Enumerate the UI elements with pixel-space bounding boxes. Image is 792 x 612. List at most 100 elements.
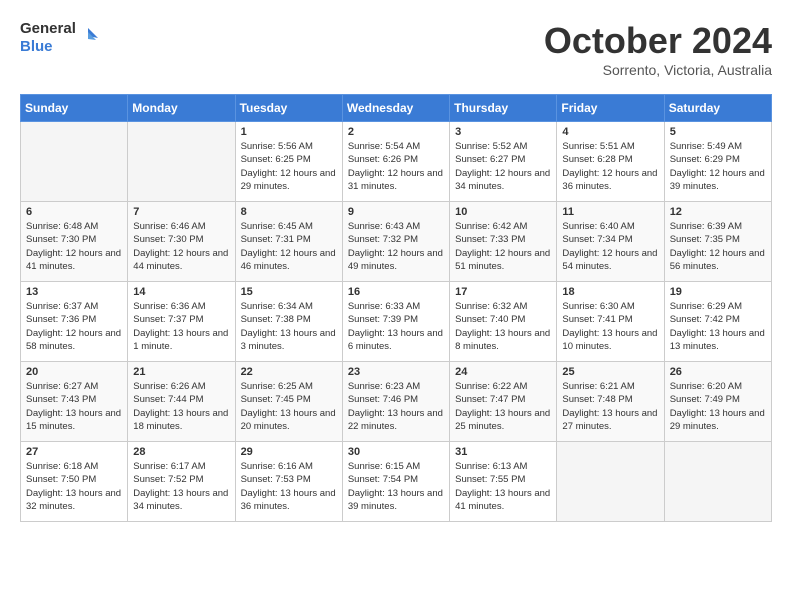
day-info: Sunrise: 6:42 AMSunset: 7:33 PMDaylight:… (455, 220, 551, 273)
day-info: Sunrise: 6:48 AMSunset: 7:30 PMDaylight:… (26, 220, 122, 273)
day-number: 9 (348, 206, 444, 218)
calendar-cell: 3 Sunrise: 5:52 AMSunset: 6:27 PMDaylight… (450, 122, 557, 202)
day-number: 28 (133, 446, 229, 458)
day-number: 13 (26, 286, 122, 298)
day-info: Sunrise: 5:56 AMSunset: 6:25 PMDaylight:… (241, 140, 337, 193)
day-number: 27 (26, 446, 122, 458)
day-number: 23 (348, 366, 444, 378)
weekday-header: Saturday (664, 95, 771, 122)
weekday-header: Friday (557, 95, 664, 122)
location-subtitle: Sorrento, Victoria, Australia (544, 62, 772, 78)
logo-bird-icon (78, 28, 98, 48)
calendar-cell: 12Sunrise: 6:39 AMSunset: 7:35 PMDayligh… (664, 202, 771, 282)
calendar-cell: 5Sunrise: 5:49 AMSunset: 6:29 PMDaylight… (664, 122, 771, 202)
day-number: 2 (348, 126, 444, 138)
day-info: Sunrise: 6:21 AMSunset: 7:48 PMDaylight:… (562, 380, 658, 433)
day-number: 31 (455, 446, 551, 458)
day-number: 15 (241, 286, 337, 298)
day-info: Sunrise: 5:52 AMSunset: 6:27 PMDaylight:… (455, 140, 551, 193)
calendar-cell: 21Sunrise: 6:26 AMSunset: 7:44 PMDayligh… (128, 362, 235, 442)
day-info: Sunrise: 6:34 AMSunset: 7:38 PMDaylight:… (241, 300, 337, 353)
calendar-week-row: 13Sunrise: 6:37 AMSunset: 7:36 PMDayligh… (21, 282, 772, 362)
day-info: Sunrise: 6:16 AMSunset: 7:53 PMDaylight:… (241, 460, 337, 513)
day-info: Sunrise: 6:17 AMSunset: 7:52 PMDaylight:… (133, 460, 229, 513)
day-info: Sunrise: 5:51 AMSunset: 6:28 PMDaylight:… (562, 140, 658, 193)
calendar-cell: 28 Sunrise: 6:17 AMSunset: 7:52 PMDayligh… (128, 442, 235, 522)
weekday-header-row: SundayMondayTuesdayWednesdayThursdayFrid… (21, 95, 772, 122)
day-info: Sunrise: 6:33 AMSunset: 7:39 PMDaylight:… (348, 300, 444, 353)
calendar-cell: 4 Sunrise: 5:51 AMSunset: 6:28 PMDaylight… (557, 122, 664, 202)
calendar-cell: 29Sunrise: 6:16 AMSunset: 7:53 PMDayligh… (235, 442, 342, 522)
day-info: Sunrise: 6:26 AMSunset: 7:44 PMDaylight:… (133, 380, 229, 433)
calendar-cell: 7 Sunrise: 6:46 AMSunset: 7:30 PMDaylight… (128, 202, 235, 282)
calendar-cell: 10 Sunrise: 6:42 AMSunset: 7:33 PMDayligh… (450, 202, 557, 282)
day-number: 6 (26, 206, 122, 218)
day-number: 25 (562, 366, 658, 378)
weekday-header: Sunday (21, 95, 128, 122)
calendar-cell: 9 Sunrise: 6:43 AMSunset: 7:32 PMDaylight… (342, 202, 449, 282)
day-info: Sunrise: 6:36 AMSunset: 7:37 PMDaylight:… (133, 300, 229, 353)
day-info: Sunrise: 6:25 AMSunset: 7:45 PMDaylight:… (241, 380, 337, 433)
day-info: Sunrise: 6:20 AMSunset: 7:49 PMDaylight:… (670, 380, 766, 433)
calendar-cell: 19 Sunrise: 6:29 AMSunset: 7:42 PMDayligh… (664, 282, 771, 362)
day-number: 8 (241, 206, 337, 218)
calendar-cell: 31 Sunrise: 6:13 AMSunset: 7:55 PMDayligh… (450, 442, 557, 522)
day-number: 19 (670, 286, 766, 298)
calendar-cell: 22Sunrise: 6:25 AMSunset: 7:45 PMDayligh… (235, 362, 342, 442)
calendar-week-row: 1Sunrise: 5:56 AMSunset: 6:25 PMDaylight… (21, 122, 772, 202)
calendar-cell: 1Sunrise: 5:56 AMSunset: 6:25 PMDaylight… (235, 122, 342, 202)
calendar-cell: 30 Sunrise: 6:15 AMSunset: 7:54 PMDayligh… (342, 442, 449, 522)
page-header: General Blue October 2024 Sorrento, Vict… (20, 20, 772, 78)
day-number: 3 (455, 126, 551, 138)
calendar-cell (128, 122, 235, 202)
title-block: October 2024 Sorrento, Victoria, Austral… (544, 20, 772, 78)
weekday-header: Wednesday (342, 95, 449, 122)
weekday-header: Tuesday (235, 95, 342, 122)
day-number: 16 (348, 286, 444, 298)
calendar-week-row: 6 Sunrise: 6:48 AMSunset: 7:30 PMDaylight… (21, 202, 772, 282)
day-number: 30 (348, 446, 444, 458)
day-number: 7 (133, 206, 229, 218)
calendar-cell: 25 Sunrise: 6:21 AMSunset: 7:48 PMDayligh… (557, 362, 664, 442)
calendar-cell: 8 Sunrise: 6:45 AMSunset: 7:31 PMDaylight… (235, 202, 342, 282)
calendar-cell: 6 Sunrise: 6:48 AMSunset: 7:30 PMDaylight… (21, 202, 128, 282)
day-number: 10 (455, 206, 551, 218)
day-number: 17 (455, 286, 551, 298)
logo: General Blue (20, 20, 98, 56)
day-info: Sunrise: 6:40 AMSunset: 7:34 PMDaylight:… (562, 220, 658, 273)
calendar-cell (21, 122, 128, 202)
day-number: 26 (670, 366, 766, 378)
calendar-cell (664, 442, 771, 522)
day-number: 12 (670, 206, 766, 218)
day-number: 14 (133, 286, 229, 298)
calendar-cell: 2Sunrise: 5:54 AMSunset: 6:26 PMDaylight… (342, 122, 449, 202)
calendar-cell: 16 Sunrise: 6:33 AMSunset: 7:39 PMDayligh… (342, 282, 449, 362)
calendar-cell: 27 Sunrise: 6:18 AMSunset: 7:50 PMDayligh… (21, 442, 128, 522)
day-info: Sunrise: 6:46 AMSunset: 7:30 PMDaylight:… (133, 220, 229, 273)
day-info: Sunrise: 6:23 AMSunset: 7:46 PMDaylight:… (348, 380, 444, 433)
day-info: Sunrise: 5:49 AMSunset: 6:29 PMDaylight:… (670, 140, 766, 193)
calendar-cell (557, 442, 664, 522)
day-info: Sunrise: 6:13 AMSunset: 7:55 PMDaylight:… (455, 460, 551, 513)
day-info: Sunrise: 6:15 AMSunset: 7:54 PMDaylight:… (348, 460, 444, 513)
day-number: 20 (26, 366, 122, 378)
calendar-cell: 11 Sunrise: 6:40 AMSunset: 7:34 PMDayligh… (557, 202, 664, 282)
calendar-cell: 17 Sunrise: 6:32 AMSunset: 7:40 PMDayligh… (450, 282, 557, 362)
month-title: October 2024 (544, 20, 772, 62)
day-info: Sunrise: 6:29 AMSunset: 7:42 PMDaylight:… (670, 300, 766, 353)
day-info: Sunrise: 6:45 AMSunset: 7:31 PMDaylight:… (241, 220, 337, 273)
day-number: 4 (562, 126, 658, 138)
calendar-cell: 13Sunrise: 6:37 AMSunset: 7:36 PMDayligh… (21, 282, 128, 362)
weekday-header: Thursday (450, 95, 557, 122)
day-number: 11 (562, 206, 658, 218)
calendar-cell: 14 Sunrise: 6:36 AMSunset: 7:37 PMDayligh… (128, 282, 235, 362)
day-info: Sunrise: 6:43 AMSunset: 7:32 PMDaylight:… (348, 220, 444, 273)
calendar-cell: 26 Sunrise: 6:20 AMSunset: 7:49 PMDayligh… (664, 362, 771, 442)
day-info: Sunrise: 6:32 AMSunset: 7:40 PMDaylight:… (455, 300, 551, 353)
day-info: Sunrise: 6:30 AMSunset: 7:41 PMDaylight:… (562, 300, 658, 353)
calendar-week-row: 20Sunrise: 6:27 AMSunset: 7:43 PMDayligh… (21, 362, 772, 442)
calendar-cell: 23 Sunrise: 6:23 AMSunset: 7:46 PMDayligh… (342, 362, 449, 442)
calendar-cell: 20Sunrise: 6:27 AMSunset: 7:43 PMDayligh… (21, 362, 128, 442)
day-info: Sunrise: 6:18 AMSunset: 7:50 PMDaylight:… (26, 460, 122, 513)
calendar-week-row: 27 Sunrise: 6:18 AMSunset: 7:50 PMDayligh… (21, 442, 772, 522)
